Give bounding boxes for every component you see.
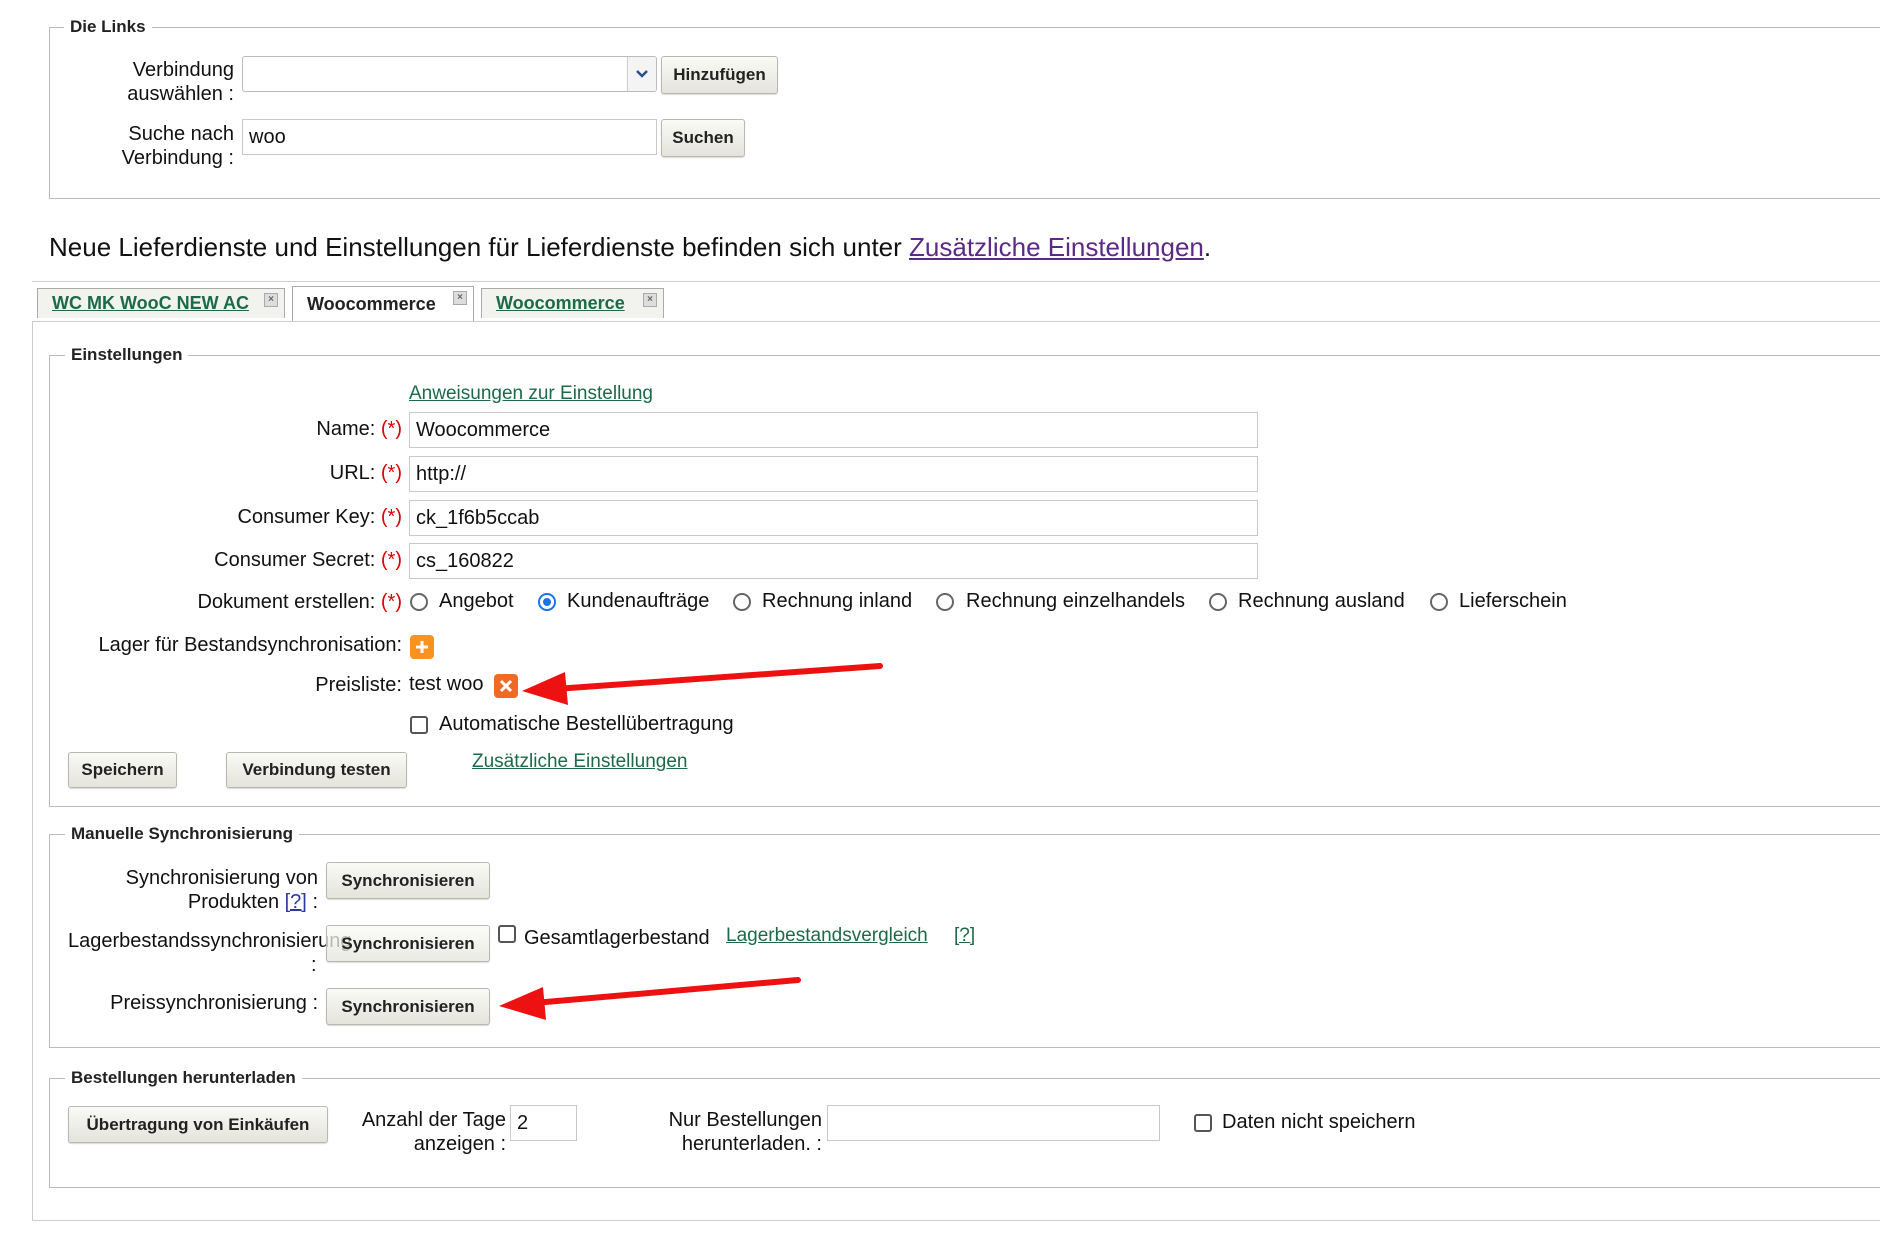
arrow-price-sync bbox=[499, 977, 801, 1020]
arrow-pricelist bbox=[522, 663, 883, 705]
annotation-arrows bbox=[499, 663, 883, 1020]
